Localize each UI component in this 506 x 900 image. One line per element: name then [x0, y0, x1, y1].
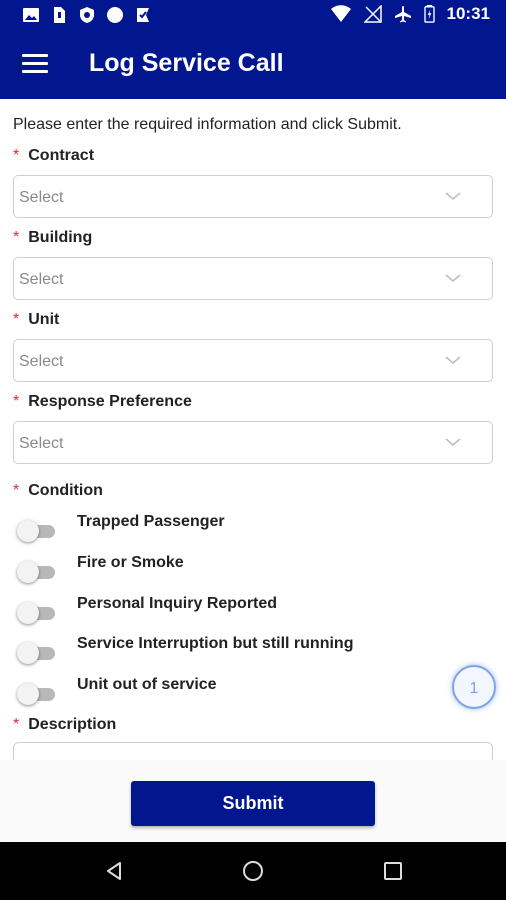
sim-icon: [54, 7, 65, 23]
condition-option-label: Trapped Passenger: [77, 513, 225, 530]
hamburger-menu-icon[interactable]: [22, 54, 48, 74]
required-marker: *: [13, 229, 20, 246]
fire-or-smoke-toggle[interactable]: [17, 560, 57, 584]
contract-label: * Contract: [13, 147, 95, 164]
condition-row-service-interruption: Service Interruption but still running: [0, 635, 506, 671]
condition-row-trapped-passenger: Trapped Passenger: [0, 513, 506, 549]
contract-select[interactable]: Select: [13, 175, 493, 218]
personal-inquiry-toggle[interactable]: [17, 601, 57, 625]
condition-row-personal-inquiry: Personal Inquiry Reported: [0, 595, 506, 631]
wifi-icon: [330, 5, 351, 22]
condition-option-label: Unit out of service: [77, 676, 217, 693]
chevron-down-icon: [445, 438, 461, 446]
check-flag-icon: [137, 8, 149, 22]
condition-option-label: Service Interruption but still running: [77, 635, 354, 652]
required-marker: *: [13, 393, 20, 410]
submit-button[interactable]: Submit: [131, 781, 375, 826]
status-left-icons: [22, 6, 152, 24]
signal-off-icon: [363, 5, 382, 23]
recents-icon[interactable]: [381, 859, 405, 883]
airplane-icon: [394, 6, 411, 23]
select-placeholder: Select: [19, 435, 64, 452]
instruction-text: Please enter the required information an…: [13, 116, 402, 133]
status-time: 10:31: [446, 4, 490, 23]
required-marker: *: [13, 311, 20, 328]
condition-label: * Condition: [13, 482, 103, 499]
unit-select[interactable]: Select: [13, 339, 493, 382]
building-select[interactable]: Select: [13, 257, 493, 300]
image-icon: [23, 8, 39, 22]
required-marker: *: [13, 147, 20, 164]
unit-out-of-service-toggle[interactable]: [17, 682, 57, 706]
condition-row-unit-out-of-service: Unit out of service: [0, 676, 506, 712]
response-preference-select[interactable]: Select: [13, 421, 493, 464]
battery-icon: [423, 5, 435, 23]
select-placeholder: Select: [19, 271, 64, 288]
required-marker: *: [13, 716, 20, 733]
building-label: * Building: [13, 229, 93, 246]
required-marker: *: [13, 482, 20, 499]
description-label: * Description: [13, 716, 117, 733]
select-placeholder: Select: [19, 189, 64, 206]
floating-badge-button[interactable]: 1: [452, 665, 496, 709]
chevron-down-icon: [445, 274, 461, 282]
home-icon[interactable]: [241, 859, 265, 883]
condition-option-label: Fire or Smoke: [77, 554, 184, 571]
shield-icon: [80, 7, 94, 23]
condition-row-fire-or-smoke: Fire or Smoke: [0, 554, 506, 590]
form-content[interactable]: Please enter the required information an…: [0, 99, 506, 760]
response-preference-label: * Response Preference: [13, 393, 192, 410]
status-bar: 10:31: [0, 0, 506, 31]
service-interruption-toggle[interactable]: [17, 641, 57, 665]
description-field[interactable]: [13, 742, 493, 760]
submit-area: Submit: [0, 760, 506, 842]
trapped-passenger-toggle[interactable]: [17, 519, 57, 543]
circle-icon: [107, 7, 123, 23]
back-icon[interactable]: [102, 859, 126, 883]
page-title: Log Service Call: [89, 49, 284, 77]
condition-option-label: Personal Inquiry Reported: [77, 595, 278, 612]
app-bar: Log Service Call: [0, 31, 506, 99]
system-nav-bar: [0, 842, 506, 900]
chevron-down-icon: [445, 192, 461, 200]
status-right: 10:31: [330, 4, 490, 24]
select-placeholder: Select: [19, 353, 64, 370]
unit-label: * Unit: [13, 311, 60, 328]
chevron-down-icon: [445, 356, 461, 364]
